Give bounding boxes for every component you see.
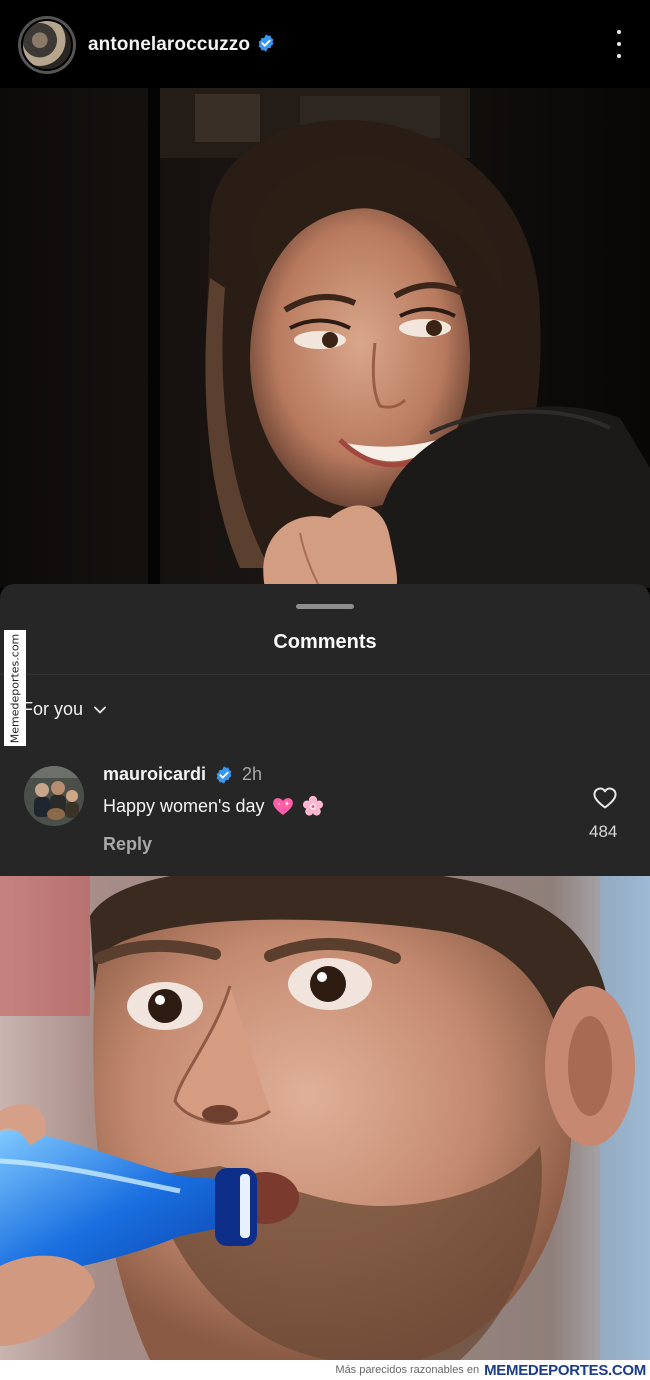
comment-timestamp: 2h [242, 764, 263, 784]
reaction-photo-image [0, 876, 650, 1360]
cherry-blossom-icon [302, 795, 323, 816]
post-header: antonelaroccuzzo [0, 0, 650, 88]
heart-outline-icon[interactable] [592, 786, 618, 810]
sheet-drag-handle[interactable] [296, 604, 354, 609]
verified-badge-icon [216, 765, 232, 784]
footer-watermark-brand: MEMEDEPORTES.COM [484, 1361, 646, 1379]
comment-avatar-image [24, 766, 84, 826]
verified-badge-icon [258, 34, 274, 52]
comment-sort-dropdown[interactable]: For you [22, 699, 107, 720]
post-username-text[interactable]: antonelaroccuzzo [88, 34, 250, 55]
more-vertical-icon[interactable] [614, 30, 624, 58]
post-username[interactable]: antonelaroccuzzo [88, 33, 276, 56]
post-photo[interactable] [0, 88, 650, 588]
footer-watermark: Más parecidos razonables en MEMEDEPORTES… [0, 1360, 650, 1380]
comments-sheet: Comments For you mauroicardi 2h Happy wo… [0, 584, 650, 876]
comment-sort-label[interactable]: For you [22, 699, 83, 720]
profile-avatar[interactable] [18, 16, 76, 74]
chevron-down-icon[interactable] [93, 703, 107, 717]
comment-body: Happy women's day [103, 795, 325, 817]
comment-avatar[interactable] [24, 766, 84, 826]
comment-text: Happy women's day [103, 795, 265, 816]
sheet-divider [0, 674, 650, 675]
comment-header: mauroicardi 2h [103, 764, 262, 785]
sparkling-heart-icon [272, 798, 293, 815]
reaction-photo [0, 876, 650, 1360]
side-watermark: Memedeportes.com [4, 630, 26, 746]
reply-button[interactable]: Reply [103, 834, 152, 855]
post-photo-image [0, 88, 650, 588]
like-count: 484 [589, 822, 618, 841]
comment-username[interactable]: mauroicardi [103, 764, 206, 785]
profile-avatar-image [21, 19, 73, 71]
footer-watermark-text: Más parecidos razonables en [335, 1364, 480, 1376]
comments-title: Comments [273, 631, 377, 653]
side-watermark-text: Memedeportes.com [8, 633, 22, 743]
